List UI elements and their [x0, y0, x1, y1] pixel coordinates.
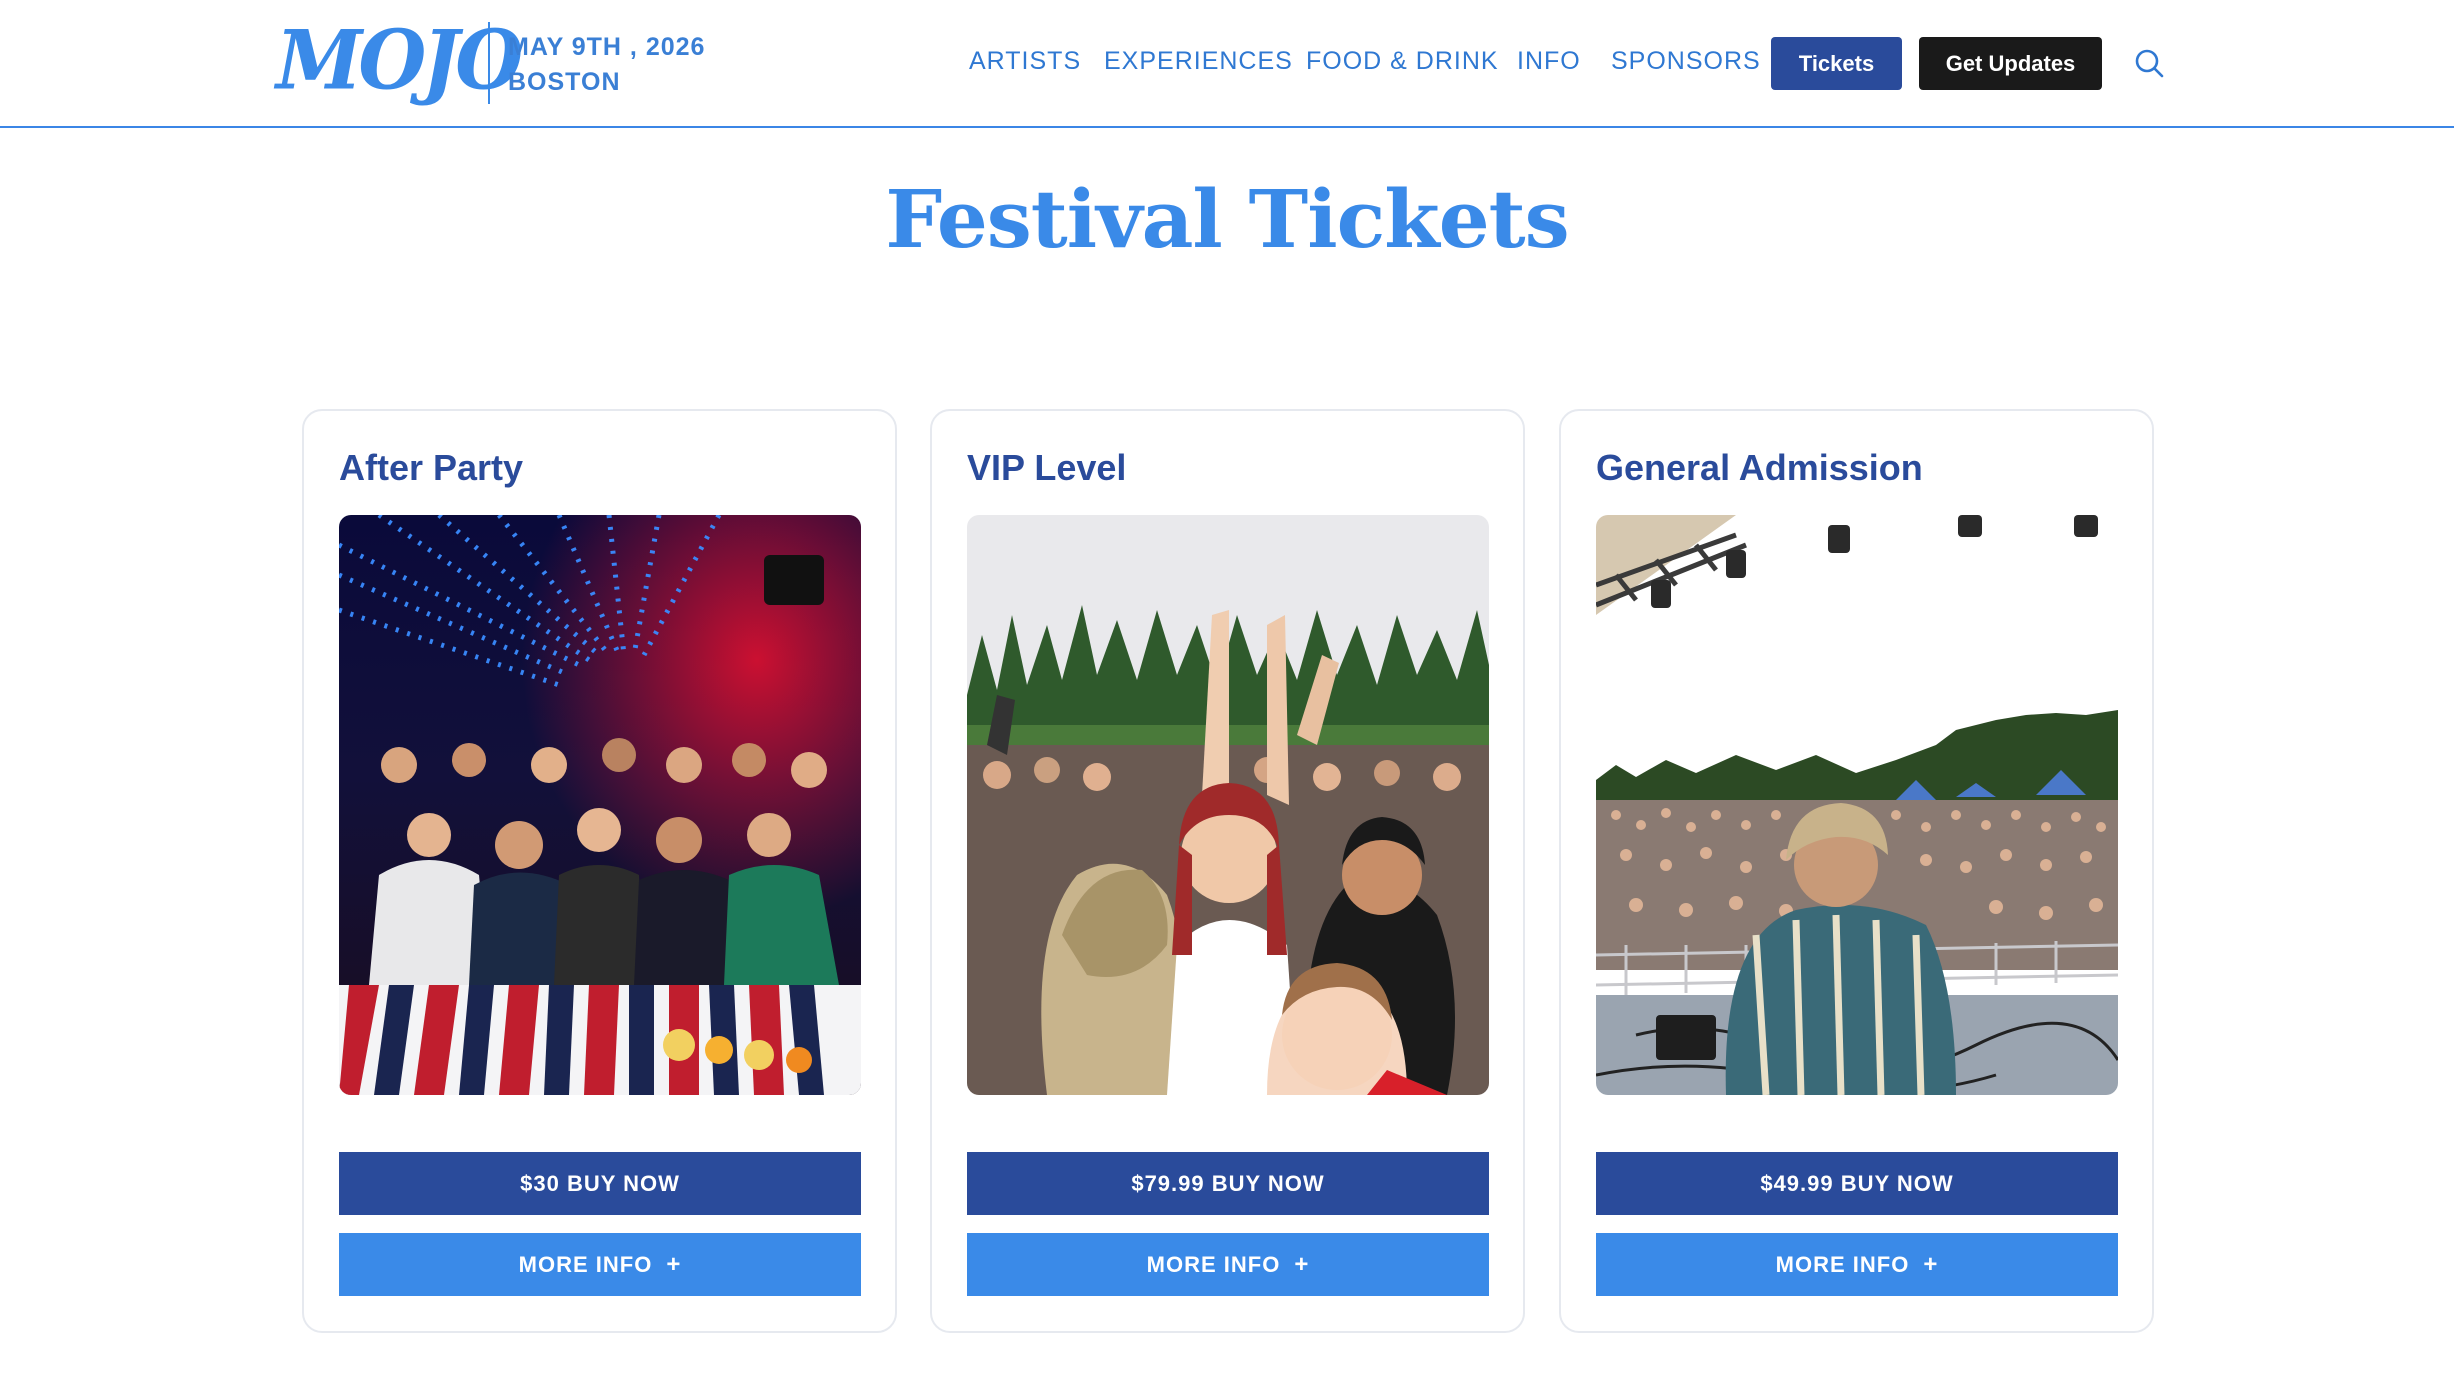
buy-now-button[interactable]: $49.99 BUY NOW [1596, 1152, 2118, 1215]
page-title: Festival Tickets [885, 172, 1569, 266]
event-meta: MAY 9TH , 2026 BOSTON [508, 30, 705, 100]
nav-food-drink[interactable]: FOOD & DRINK [1306, 47, 1499, 76]
more-info-label: MORE INFO [1146, 1251, 1281, 1277]
nav-experiences[interactable]: EXPERIENCES [1104, 47, 1293, 76]
nav-sponsors[interactable]: SPONSORS [1611, 47, 1761, 76]
more-info-button[interactable]: MORE INFO + [967, 1233, 1489, 1296]
mojo-logo[interactable]: MOJO [276, 8, 523, 113]
search-icon[interactable] [2132, 46, 2168, 82]
ticket-card-vip-level: VIP Level $79.99 BUY NOW MORE INFO + [930, 409, 1525, 1333]
nav-info[interactable]: INFO [1517, 47, 1581, 76]
logo-divider [488, 22, 490, 104]
plus-icon: + [1923, 1250, 1939, 1278]
more-info-button[interactable]: MORE INFO + [339, 1233, 861, 1296]
nav-artists[interactable]: ARTISTS [969, 47, 1081, 76]
event-date: MAY 9TH , 2026 [508, 33, 706, 61]
more-info-button[interactable]: MORE INFO + [1596, 1233, 2118, 1296]
tickets-button[interactable]: Tickets [1771, 37, 1902, 90]
buy-now-button[interactable]: $79.99 BUY NOW [967, 1152, 1489, 1215]
get-updates-button[interactable]: Get Updates [1919, 37, 2102, 90]
card-title: After Party [339, 447, 524, 488]
card-title: General Admission [1596, 447, 1923, 488]
card-title: VIP Level [967, 447, 1127, 488]
ticket-card-after-party: After Party $30 BUY NOW MORE INFO + [302, 409, 897, 1333]
nightclub-crowd-image [339, 515, 861, 1095]
site-header: MOJO MAY 9TH , 2026 BOSTON ARTISTS EXPER… [0, 0, 2454, 128]
plus-icon: + [1294, 1250, 1310, 1278]
festival-crowd-image [967, 515, 1489, 1095]
stage-view-image [1596, 515, 2118, 1095]
event-city: BOSTON [508, 68, 621, 96]
ticket-card-general-admission: General Admission $49.99 BUY NOW MORE IN… [1559, 409, 2154, 1333]
plus-icon: + [666, 1250, 682, 1278]
more-info-label: MORE INFO [518, 1251, 653, 1277]
more-info-label: MORE INFO [1775, 1251, 1910, 1277]
buy-now-button[interactable]: $30 BUY NOW [339, 1152, 861, 1215]
